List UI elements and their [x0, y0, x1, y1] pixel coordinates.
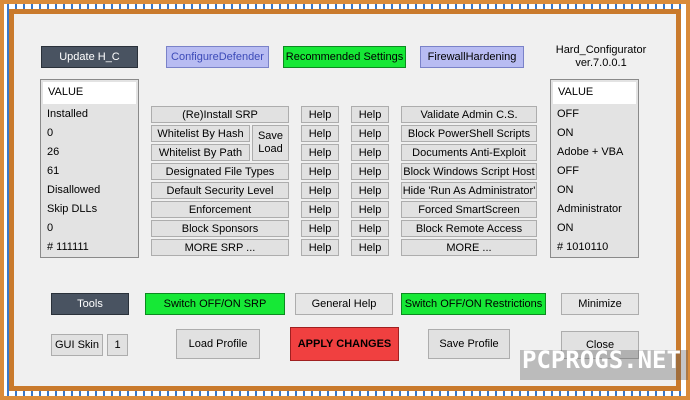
help-button[interactable]: Help: [351, 220, 389, 237]
apply-changes-button[interactable]: APPLY CHANGES: [290, 327, 399, 361]
right-list-item: Adobe + VBA: [557, 146, 624, 158]
help-button[interactable]: Help: [351, 182, 389, 199]
left-list-item: # 111111: [47, 241, 89, 253]
recommended-settings-button[interactable]: Recommended Settings: [283, 46, 406, 68]
forced-smartscreen-button[interactable]: Forced SmartScreen: [401, 201, 537, 218]
watermark-text: PCPROGS.NET: [522, 346, 681, 374]
tools-button[interactable]: Tools: [51, 293, 129, 315]
whitelist-by-path-button[interactable]: Whitelist By Path: [151, 144, 250, 161]
right-list-item: ON: [557, 184, 574, 196]
reinstall-srp-button[interactable]: (Re)Install SRP: [151, 106, 289, 123]
help-button[interactable]: Help: [301, 144, 339, 161]
default-security-level-button[interactable]: Default Security Level: [151, 182, 289, 199]
right-list-item: OFF: [557, 108, 579, 120]
switch-restrictions-button[interactable]: Switch OFF/ON Restrictions: [401, 293, 546, 315]
right-list-item: Administrator: [557, 203, 622, 215]
right-list-item: ON: [557, 127, 574, 139]
right-list-item: OFF: [557, 165, 579, 177]
block-powershell-button[interactable]: Block PowerShell Scripts: [401, 125, 537, 142]
help-button[interactable]: Help: [301, 163, 339, 180]
more-srp-button[interactable]: MORE SRP ...: [151, 239, 289, 256]
switch-srp-button[interactable]: Switch OFF/ON SRP: [145, 293, 285, 315]
minimize-button[interactable]: Minimize: [561, 293, 639, 315]
left-list-item: 0: [47, 222, 54, 234]
left-list-item: 0: [47, 127, 54, 139]
left-value-list[interactable]: VALUE Installed 0 26 61 Disallowed Skip …: [40, 79, 139, 258]
save-load-button[interactable]: Save Load: [252, 125, 289, 161]
hide-run-as-admin-button[interactable]: Hide 'Run As Administrator': [401, 182, 537, 199]
validate-admin-button[interactable]: Validate Admin C.S.: [401, 106, 537, 123]
help-button[interactable]: Help: [301, 220, 339, 237]
left-list-item: 61: [47, 165, 60, 177]
documents-anti-exploit-button[interactable]: Documents Anti-Exploit: [401, 144, 537, 161]
firewall-hardening-button[interactable]: FirewallHardening: [420, 46, 524, 68]
right-list-header: VALUE: [553, 82, 636, 104]
general-help-button[interactable]: General Help: [295, 293, 393, 315]
right-value-list[interactable]: VALUE OFF ON Adobe + VBA OFF ON Administ…: [550, 79, 639, 258]
block-sponsors-button[interactable]: Block Sponsors: [151, 220, 289, 237]
enforcement-button[interactable]: Enforcement: [151, 201, 289, 218]
designated-file-types-button[interactable]: Designated File Types: [151, 163, 289, 180]
left-list-item: Installed: [47, 108, 88, 120]
app-title: Hard_Configurator: [555, 44, 647, 56]
block-wsh-button[interactable]: Block Windows Script Host: [401, 163, 537, 180]
help-button[interactable]: Help: [351, 201, 389, 218]
help-button[interactable]: Help: [351, 125, 389, 142]
right-list-item: # 1010110: [557, 241, 609, 253]
left-list-item: Skip DLLs: [47, 203, 98, 215]
load-profile-button[interactable]: Load Profile: [176, 329, 260, 359]
help-button[interactable]: Help: [301, 125, 339, 142]
save-label: Save: [257, 130, 284, 142]
help-button[interactable]: Help: [301, 106, 339, 123]
gui-skin-button[interactable]: GUI Skin: [51, 334, 103, 356]
right-list-item: ON: [557, 222, 574, 234]
whitelist-by-hash-button[interactable]: Whitelist By Hash: [151, 125, 250, 142]
help-button[interactable]: Help: [301, 239, 339, 256]
app-version: ver.7.0.0.1: [575, 57, 627, 69]
save-profile-button[interactable]: Save Profile: [428, 329, 510, 359]
help-button[interactable]: Help: [301, 182, 339, 199]
left-list-header: VALUE: [43, 82, 136, 104]
help-button[interactable]: Help: [351, 144, 389, 161]
skin-number[interactable]: 1: [107, 334, 128, 356]
help-button[interactable]: Help: [351, 239, 389, 256]
help-button[interactable]: Help: [301, 201, 339, 218]
update-button[interactable]: Update H_C: [41, 46, 138, 68]
left-list-item: 26: [47, 146, 60, 158]
more-restrictions-button[interactable]: MORE ...: [401, 239, 537, 256]
configure-defender-button[interactable]: ConfigureDefender: [166, 46, 269, 68]
block-remote-access-button[interactable]: Block Remote Access: [401, 220, 537, 237]
load-label: Load: [258, 143, 283, 155]
left-list-item: Disallowed: [47, 184, 101, 196]
help-button[interactable]: Help: [351, 163, 389, 180]
help-button[interactable]: Help: [351, 106, 389, 123]
